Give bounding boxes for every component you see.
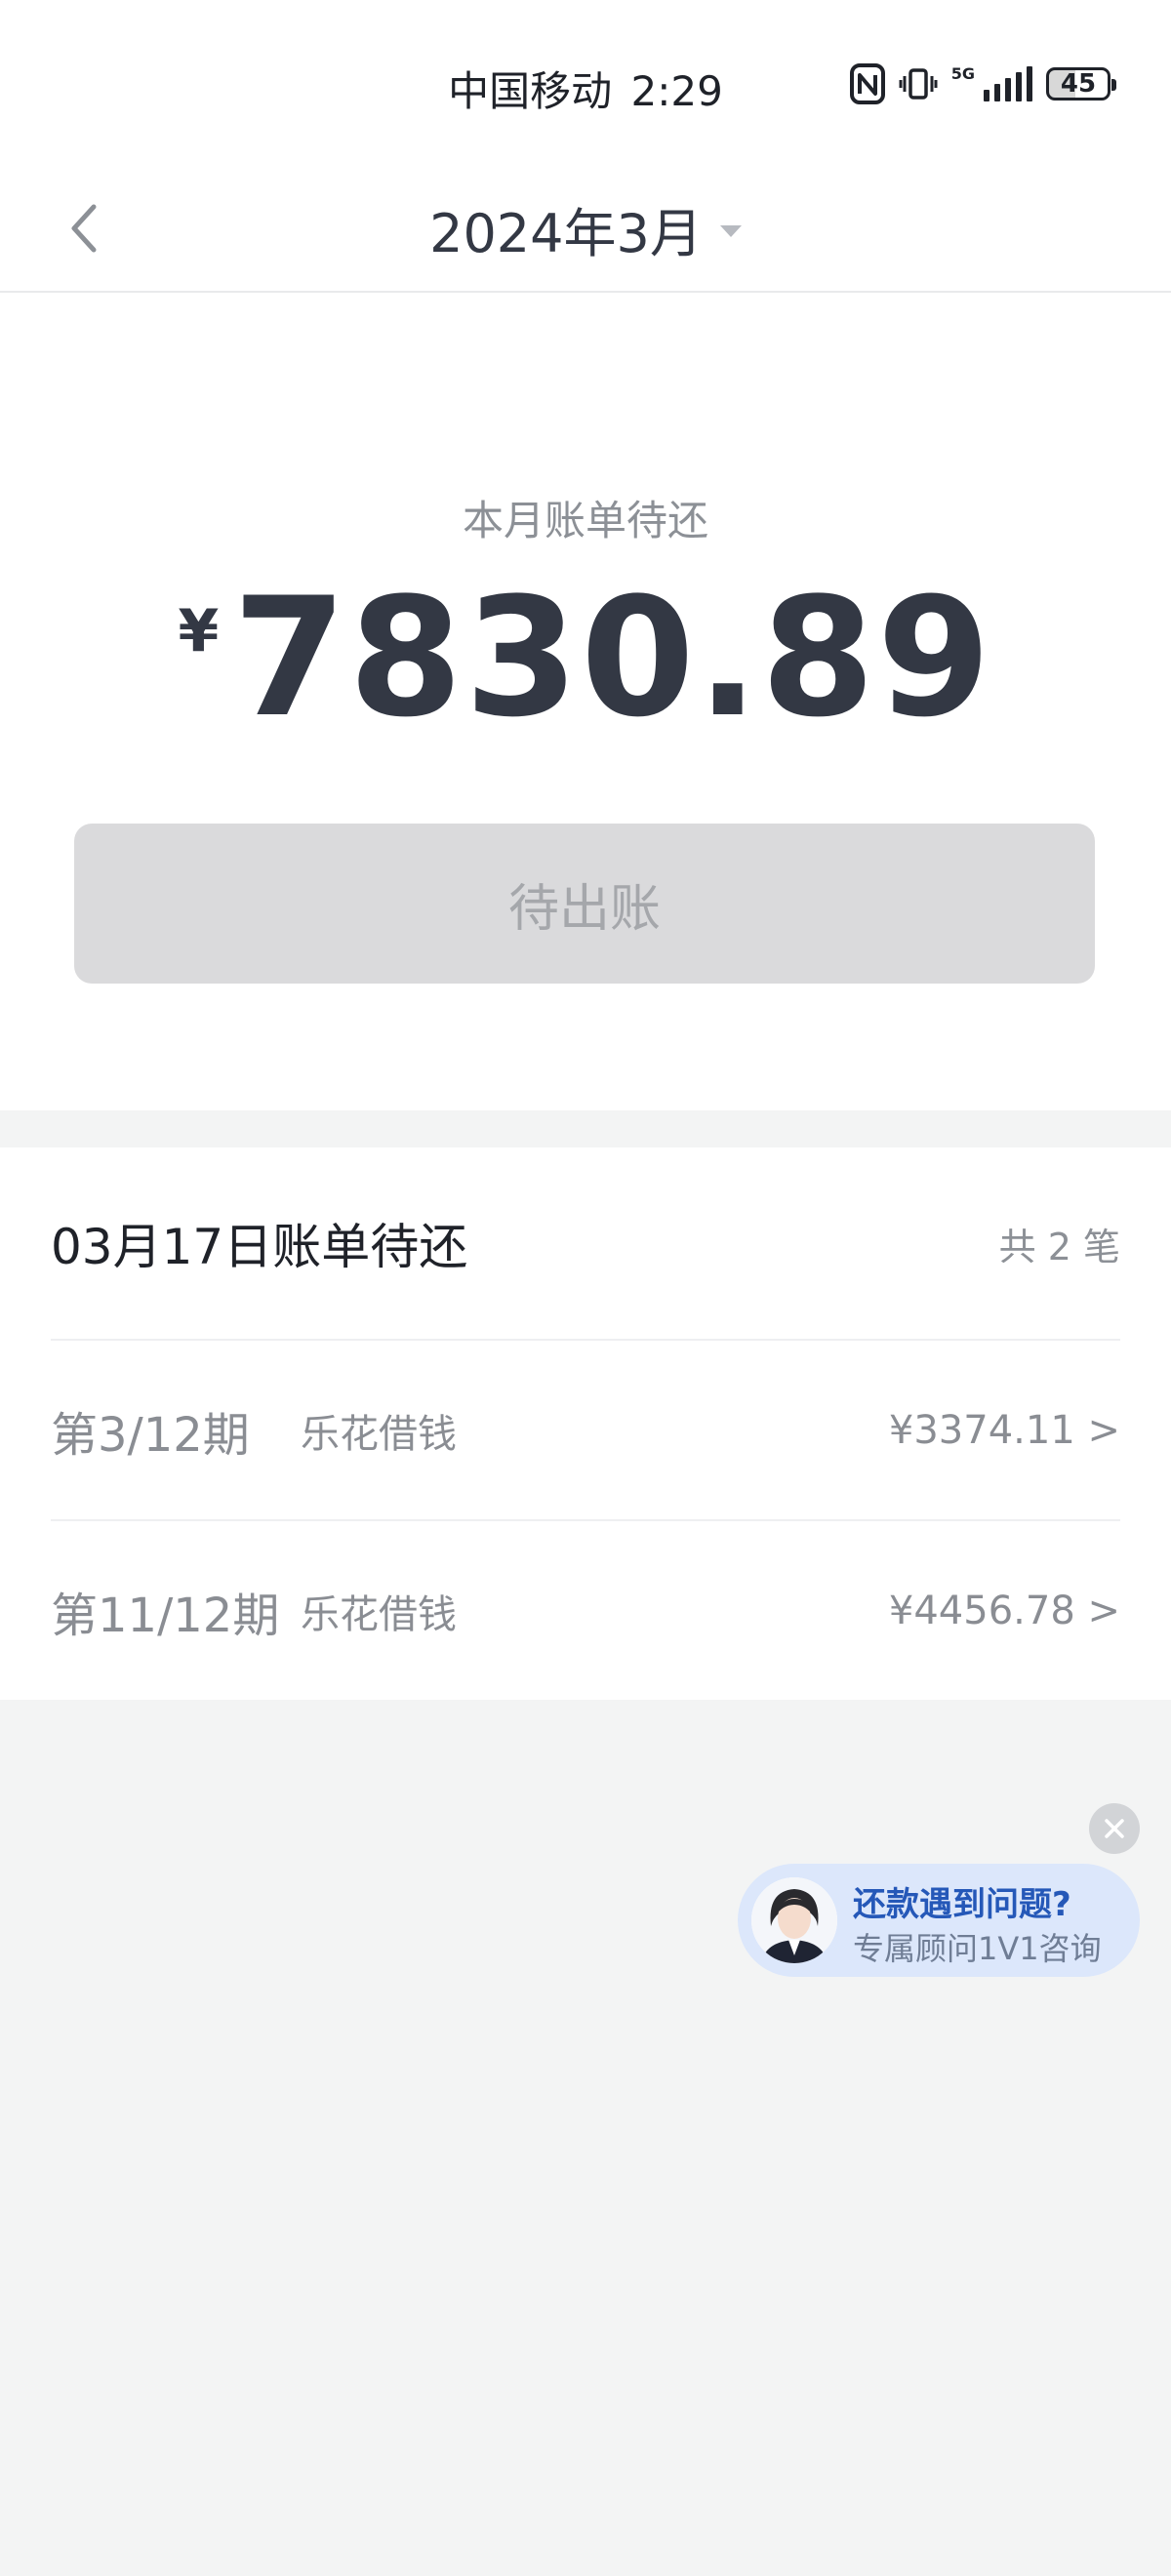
back-button[interactable]: [55, 189, 113, 267]
bill-list: 03月17日账单待还 共 2 笔 第3/12期 乐花借钱 ¥3374.11 > …: [0, 1147, 1171, 1700]
nfc-icon: [849, 63, 885, 104]
bill-list-header: 03月17日账单待还 共 2 笔: [51, 1147, 1120, 1341]
page-title: 2024年3月: [429, 202, 703, 264]
bill-period: 第11/12期: [51, 1588, 280, 1643]
bill-period: 第3/12期: [51, 1407, 250, 1463]
status-bar: 中国移动 2:29 5G 45: [0, 0, 1171, 166]
pending-billing-button[interactable]: 待出账: [74, 824, 1095, 984]
amount-display: ¥ 7830.89: [0, 576, 1171, 740]
battery-level: 45: [1060, 69, 1097, 99]
summary-label: 本月账单待还: [462, 497, 708, 544]
advisor-avatar-icon: [751, 1877, 837, 1963]
dropdown-caret-icon: [719, 225, 742, 237]
month-selector[interactable]: 2024年3月: [0, 166, 1171, 291]
status-icons: 5G 45: [849, 60, 1116, 107]
close-consult-button[interactable]: [1089, 1803, 1140, 1854]
vibrate-icon: [899, 68, 938, 100]
network-type: 5G: [950, 64, 975, 83]
nav-header: 2024年3月: [0, 166, 1171, 293]
currency-symbol: ¥: [178, 597, 220, 665]
bill-product: 乐花借钱: [301, 1411, 457, 1457]
bill-count: 共 2 笔: [998, 1225, 1120, 1268]
chevron-left-icon: [71, 204, 97, 253]
clock-time: 2:29: [630, 67, 723, 115]
consult-advisor-button[interactable]: 还款遇到问题? 专属顾问1V1咨询: [738, 1864, 1140, 1977]
consult-title: 还款遇到问题?: [853, 1885, 1071, 1924]
carrier-name: 中国移动: [448, 67, 613, 115]
total-amount: 7830.89: [232, 562, 993, 753]
battery-icon: 45: [1046, 67, 1116, 101]
bill-amount: ¥3374.11 >: [888, 1407, 1120, 1453]
bill-amount: ¥4456.78 >: [888, 1588, 1120, 1633]
advisor-avatar: [751, 1877, 837, 1963]
bill-item[interactable]: 第11/12期 乐花借钱 ¥4456.78 >: [51, 1521, 1120, 1700]
consult-subtitle: 专属顾问1V1咨询: [853, 1930, 1102, 1967]
bill-date-title: 03月17日账单待还: [51, 1219, 468, 1275]
bill-product: 乐花借钱: [301, 1591, 457, 1637]
close-icon: [1105, 1819, 1124, 1838]
signal-strength-icon: 5G: [951, 66, 1032, 101]
bill-item[interactable]: 第3/12期 乐花借钱 ¥3374.11 >: [51, 1341, 1120, 1521]
bill-summary: 本月账单待还 ¥ 7830.89 待出账: [0, 293, 1171, 1110]
